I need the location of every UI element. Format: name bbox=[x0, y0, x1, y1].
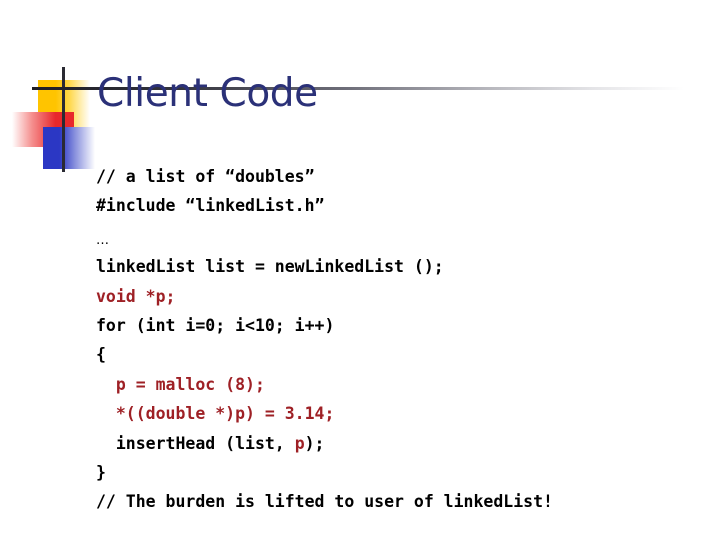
line-comment-doubles: // a list of “doubles” bbox=[96, 162, 696, 191]
line-include: #include “linkedList.h” bbox=[96, 191, 696, 220]
line-open-brace-seg-0: { bbox=[96, 345, 106, 365]
code-block: // a list of “doubles” #include “linkedLi… bbox=[96, 162, 696, 517]
line-declare-list-seg-0: linkedList list = newLinkedList (); bbox=[96, 257, 444, 277]
line-comment-doubles-seg-0: // a list of “doubles” bbox=[96, 167, 315, 186]
line-insert-head-seg-1: p bbox=[294, 433, 305, 453]
line-close-brace: } bbox=[96, 458, 696, 487]
line-include-seg-0: #include “linkedList.h” bbox=[96, 196, 325, 216]
line-for-loop-seg-0: for (int i=0; i<10; i++) bbox=[96, 316, 335, 336]
vertical-rule bbox=[62, 67, 65, 172]
page-title: Client Code bbox=[97, 71, 318, 116]
slide: Client Code // a list of “doubles” #inclu… bbox=[0, 0, 720, 540]
line-for-loop: for (int i=0; i<10; i++) bbox=[96, 311, 696, 340]
line-insert-head-seg-2: ); bbox=[304, 433, 325, 453]
line-declare-list: linkedList list = newLinkedList (); bbox=[96, 252, 696, 281]
line-cast-assign: *((double *)p) = 3.14; bbox=[96, 399, 696, 428]
line-insert-head: insertHead (list, p); bbox=[96, 429, 696, 458]
line-malloc-seg-0: p = malloc (8); bbox=[96, 374, 265, 394]
blue-square-icon bbox=[43, 127, 95, 169]
line-insert-head-seg-0: insertHead (list, bbox=[96, 433, 295, 453]
line-ellipsis: … bbox=[96, 221, 696, 252]
line-comment-burden: // The burden is lifted to user of linke… bbox=[96, 487, 696, 516]
line-close-brace-seg-0: } bbox=[96, 463, 106, 483]
line-malloc: p = malloc (8); bbox=[96, 370, 696, 399]
line-comment-burden-seg-0: // The burden is lifted to user of linke… bbox=[96, 492, 553, 512]
line-open-brace: { bbox=[96, 340, 696, 369]
line-void-p: void *p; bbox=[96, 282, 696, 311]
line-cast-assign-seg-0: *((double *)p) = 3.14; bbox=[96, 404, 335, 424]
line-void-p-seg-0: void *p; bbox=[96, 286, 176, 306]
ellipsis-text: … bbox=[96, 232, 109, 248]
